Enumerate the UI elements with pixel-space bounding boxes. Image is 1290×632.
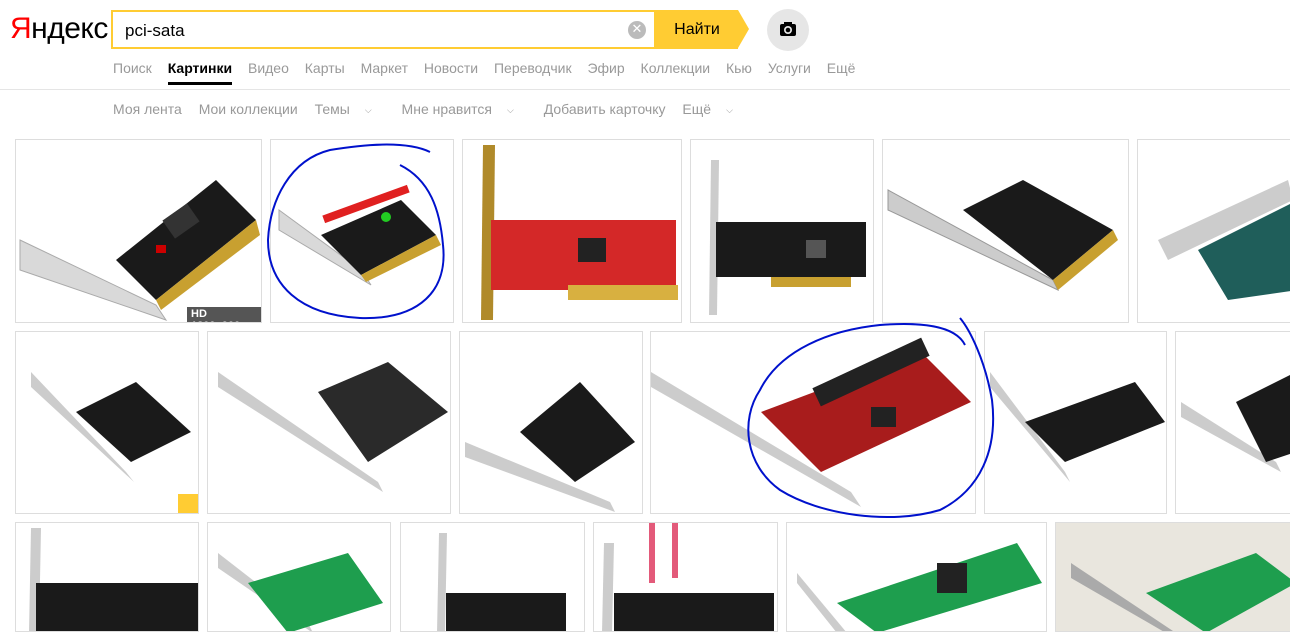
tab-translate[interactable]: Переводчик (494, 60, 572, 76)
camera-icon (780, 22, 796, 36)
tab-news[interactable]: Новости (424, 60, 478, 76)
logo-letter: Я (10, 12, 32, 45)
pci-card-image (481, 145, 678, 320)
chevron-down-icon: ⌵ (726, 105, 733, 115)
pci-card-image (218, 362, 448, 492)
chevron-down-icon: ⌵ (507, 105, 514, 115)
tab-efir[interactable]: Эфир (587, 60, 624, 76)
header-divider (0, 89, 1290, 90)
image-result[interactable]: HD 1200×900 (15, 139, 262, 323)
pci-card-image (19, 180, 260, 321)
pci-card-image (1158, 180, 1290, 300)
pci-card-image (602, 523, 774, 631)
pci-card-image (218, 553, 383, 631)
find-button[interactable]: Найти (656, 10, 738, 49)
logo-text: ндекс (31, 12, 108, 45)
subnav-more-label: Ещё (682, 101, 712, 117)
cart-icon[interactable] (178, 494, 198, 513)
tab-collections[interactable]: Коллекции (641, 60, 711, 76)
image-result[interactable] (207, 522, 391, 632)
image-result[interactable] (882, 139, 1129, 323)
pci-card-image (990, 372, 1165, 482)
pci-card-image (437, 533, 566, 631)
camera-search-button[interactable] (767, 9, 809, 51)
yandex-logo[interactable]: Яндекс (10, 12, 108, 46)
image-result[interactable] (593, 522, 778, 632)
pci-card-image (887, 180, 1118, 292)
tab-images[interactable]: Картинки (167, 60, 233, 85)
hd-badge: HD 1200×900 (187, 307, 261, 322)
tab-q[interactable]: Кью (726, 60, 752, 76)
tab-maps[interactable]: Карты (305, 60, 345, 76)
image-result[interactable] (1137, 139, 1290, 323)
search-input[interactable] (123, 18, 607, 44)
subnav-add-card[interactable]: Добавить карточку (544, 101, 666, 117)
pci-card-image (465, 382, 635, 512)
pci-card-image (1181, 375, 1290, 472)
search-box[interactable]: ✕ (111, 10, 656, 49)
find-button-arrow[interactable] (738, 10, 749, 48)
pci-card-image (1056, 523, 1290, 631)
image-result[interactable] (15, 522, 199, 632)
subnav-more[interactable]: Ещё ⌵ (682, 101, 745, 117)
subnav-my-feed[interactable]: Моя лента (113, 101, 182, 117)
image-result[interactable] (650, 331, 976, 514)
image-result[interactable] (1055, 522, 1290, 632)
pci-card-image (709, 160, 866, 315)
clear-icon[interactable]: ✕ (628, 21, 646, 39)
subnav-themes[interactable]: Темы ⌵ (315, 101, 385, 117)
image-result[interactable] (270, 139, 454, 323)
subnav-my-collections[interactable]: Мои коллекции (199, 101, 298, 117)
image-result[interactable] (400, 522, 585, 632)
pci-card-image (797, 543, 1042, 631)
pci-card-image (651, 337, 971, 507)
image-result[interactable] (786, 522, 1047, 632)
tab-services[interactable]: Услуги (768, 60, 811, 76)
subnav-liked-label: Мне нравится (401, 101, 493, 117)
subnav-themes-label: Темы (314, 101, 350, 117)
pci-card-image (29, 528, 198, 631)
image-result[interactable] (1175, 331, 1290, 514)
image-result[interactable] (15, 331, 199, 514)
pci-card-image (31, 372, 191, 482)
tab-market[interactable]: Маркет (361, 60, 408, 76)
tab-video[interactable]: Видео (248, 60, 289, 76)
chevron-down-icon: ⌵ (364, 105, 372, 115)
image-result[interactable] (207, 331, 451, 514)
image-result[interactable] (690, 139, 874, 323)
tab-search[interactable]: Поиск (113, 60, 152, 76)
image-result[interactable] (462, 139, 682, 323)
image-result[interactable] (984, 331, 1167, 514)
subnav-liked[interactable]: Мне нравится ⌵ (402, 101, 527, 117)
images-subnav: Моя лента Мои коллекции Темы ⌵ Мне нравит… (113, 101, 759, 117)
service-tabs: Поиск Картинки Видео Карты Маркет Новост… (113, 60, 867, 85)
image-result[interactable] (459, 331, 643, 514)
pci-card-image (278, 184, 441, 286)
tab-more[interactable]: Ещё (827, 60, 856, 76)
